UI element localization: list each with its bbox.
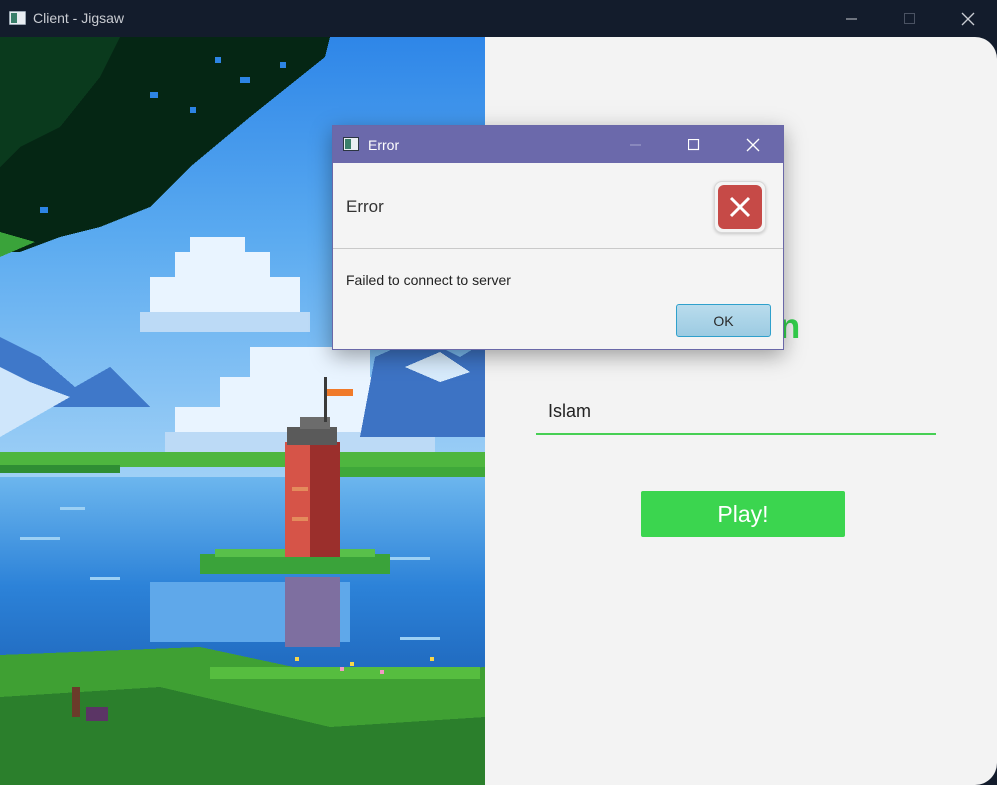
window-title: Client - Jigsaw [33, 10, 125, 26]
close-icon [961, 12, 975, 25]
error-x-icon [714, 181, 766, 233]
close-button[interactable] [939, 0, 997, 37]
player-name-input[interactable] [536, 389, 936, 435]
close-icon [746, 138, 760, 151]
dialog-app-icon [343, 137, 359, 151]
window-titlebar[interactable]: Client - Jigsaw [0, 0, 997, 37]
error-dialog: Error Error Failed to connect to server … [332, 125, 784, 350]
dialog-maximize-button[interactable] [665, 126, 723, 163]
dialog-message: Failed to connect to server [346, 272, 511, 288]
dialog-close-button[interactable] [724, 126, 782, 163]
dialog-minimize-button[interactable] [607, 126, 665, 163]
maximize-icon [904, 12, 915, 24]
minimize-button[interactable] [823, 0, 881, 37]
dialog-titlebar[interactable]: Error [333, 126, 783, 163]
dialog-header: Error [333, 163, 783, 249]
dialog-header-text: Error [346, 197, 384, 216]
dialog-title: Error [368, 137, 400, 153]
minimize-icon [630, 144, 641, 145]
minimize-icon [846, 18, 857, 19]
play-button[interactable]: Play! [641, 491, 845, 537]
maximize-icon [688, 138, 700, 150]
ok-button[interactable]: OK [676, 304, 771, 337]
maximize-button[interactable] [881, 0, 939, 37]
app-icon [9, 11, 26, 25]
